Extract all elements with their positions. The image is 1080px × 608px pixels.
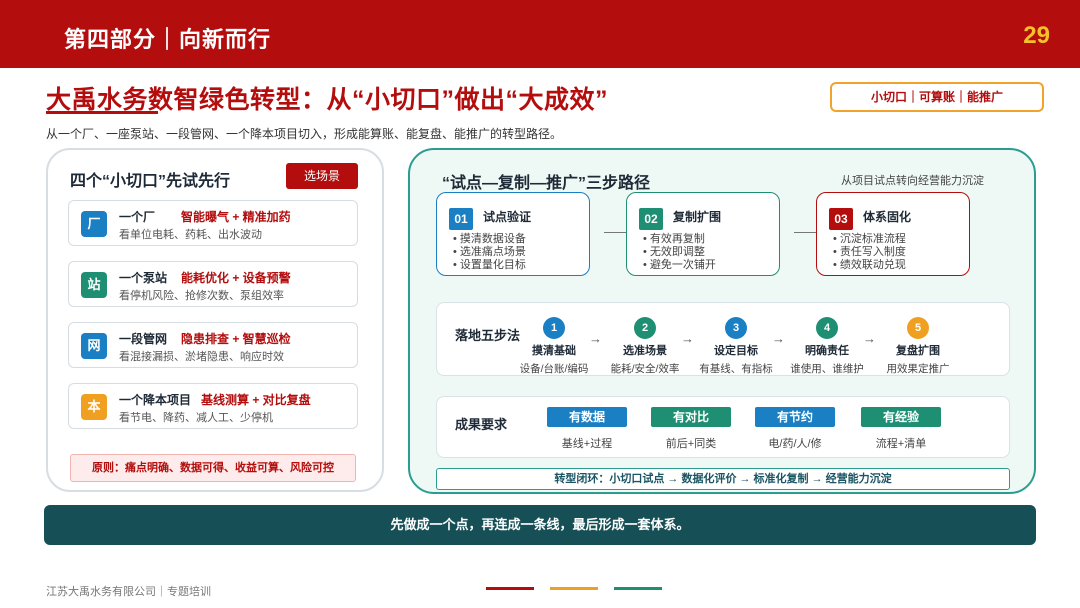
step-item: 有效再复制: [643, 233, 716, 246]
result-desc: 流程+清单: [875, 438, 927, 450]
keyword-tag: 小切口｜可算账｜能推广: [830, 82, 1044, 112]
step-circle: 5: [907, 317, 929, 339]
section-title: 第四部分｜向新而行: [64, 27, 272, 52]
footer-line-green: [614, 587, 662, 590]
step-number: 02: [639, 208, 663, 230]
step-circle: 4: [816, 317, 838, 339]
summary-banner: 先做成一个点，再连成一条线，最后形成一套体系。: [44, 505, 1036, 545]
step-item: 无效即调整: [643, 246, 716, 259]
five-step-5: 5 复盘扩围 用效果定推广: [873, 317, 963, 376]
footer-line-red: [486, 587, 534, 590]
result-item: 有经验 流程+清单: [861, 407, 941, 451]
network-badge: 网: [81, 333, 107, 359]
step-item: 避免一次铺开: [643, 259, 716, 272]
result-tag: 有对比: [651, 407, 731, 427]
result-tag: 有节约: [755, 407, 835, 427]
five-step-2: 2 选准场景 能耗/安全/效率: [600, 317, 690, 376]
scenario-card-plant: 厂 一个厂 智能曝气 + 精准加药 看单位电耗、药耗、出水波动: [68, 200, 358, 246]
result-item: 有对比 前后+同类: [651, 407, 731, 451]
step-number: 01: [449, 208, 473, 230]
result-desc: 前后+同类: [665, 438, 717, 450]
plant-badge: 厂: [81, 211, 107, 237]
page-subtitle: 从一个厂、一座泵站、一段管网、一个降本项目切入，形成能算账、能复盘、能推广的转型…: [46, 127, 563, 141]
step-pilot: 01 试点验证 摸清数据设备 选准痛点场景 设置量化目标: [436, 192, 590, 276]
step-circle: 2: [634, 317, 656, 339]
card-highlight: 基线测算 + 对比复盘: [201, 393, 311, 407]
five-step-3: 3 设定目标 有基线、有指标: [691, 317, 781, 376]
transformation-loop: 转型闭环：小切口试点 → 数据化评价 → 标准化复制 → 经营能力沉淀: [436, 468, 1010, 490]
step-item: 选准痛点场景: [453, 246, 526, 259]
path-panel-note: 从项目试点转向经营能力沉淀: [841, 175, 984, 187]
five-step-name: 设定目标: [714, 345, 758, 357]
step-items: 沉淀标准流程 责任写入制度 绩效联动兑现: [833, 233, 906, 272]
card-name: 一个降本项目: [119, 393, 192, 407]
step-item: 沉淀标准流程: [833, 233, 906, 246]
five-step-desc: 谁使用、谁维护: [790, 363, 864, 375]
card-name: 一段管网: [119, 332, 168, 346]
path-panel: “试点—复制—推广”三步路径 从项目试点转向经营能力沉淀 01 试点验证 摸清数…: [408, 148, 1036, 494]
scenario-card-pipe-network: 网 一段管网 隐患排查 + 智慧巡检 看混接漏损、淤堵隐患、响应时效: [68, 322, 358, 368]
five-step-desc: 用效果定推广: [886, 363, 950, 375]
step-items: 摸清数据设备 选准痛点场景 设置量化目标: [453, 233, 526, 272]
step-circle: 3: [725, 317, 747, 339]
station-badge: 站: [81, 272, 107, 298]
five-step-4: 4 明确责任 谁使用、谁维护: [782, 317, 872, 376]
card-name: 一个泵站: [119, 271, 168, 285]
result-item: 有数据 基线+过程: [547, 407, 627, 451]
step-item: 摸清数据设备: [453, 233, 526, 246]
path-panel-title: “试点—复制—推广”三步路径: [442, 175, 651, 192]
step-circle: 1: [543, 317, 565, 339]
header-bar: 第四部分｜向新而行 29: [0, 0, 1080, 68]
result-tag: 有经验: [861, 407, 941, 427]
results-label: 成果要求: [455, 417, 508, 432]
five-step-desc: 有基线、有指标: [699, 363, 773, 375]
five-step-name: 明确责任: [805, 345, 849, 357]
title-underline: [46, 111, 158, 114]
step-institutionalize: 03 体系固化 沉淀标准流程 责任写入制度 绩效联动兑现: [816, 192, 970, 276]
five-step-1: 1 摸清基础 设备/台账/编码: [509, 317, 599, 376]
step-connector: [604, 232, 628, 233]
step-number: 03: [829, 208, 853, 230]
card-desc: 看节电、降药、减人工、少停机: [119, 412, 273, 424]
scenario-panel: 四个“小切口”先试先行 选场景 厂 一个厂 智能曝气 + 精准加药 看单位电耗、…: [46, 148, 384, 492]
result-tag: 有数据: [547, 407, 627, 427]
card-highlight: 能耗优化 + 设备预警: [181, 271, 291, 285]
step-title: 体系固化: [863, 210, 912, 224]
result-item: 有节约 电/药/人/修: [755, 407, 835, 451]
five-step-method: 落地五步法 1 摸清基础 设备/台账/编码 → 2 选准场景 能耗/安全/效率 …: [436, 302, 1010, 376]
footer-text: 江苏大禹水务有限公司｜专题培训: [46, 586, 211, 598]
page-number: 29: [1023, 22, 1050, 49]
five-step-desc: 设备/台账/编码: [519, 363, 589, 375]
step-expand: 02 复制扩围 有效再复制 无效即调整 避免一次铺开: [626, 192, 780, 276]
five-step-desc: 能耗/安全/效率: [610, 363, 680, 375]
five-step-name: 摸清基础: [532, 345, 576, 357]
result-desc: 基线+过程: [561, 438, 613, 450]
card-desc: 看停机风险、抢修次数、泵组效率: [119, 290, 284, 302]
card-desc: 看单位电耗、药耗、出水波动: [119, 229, 262, 241]
step-connector: [794, 232, 818, 233]
step-item: 责任写入制度: [833, 246, 906, 259]
card-highlight: 智能曝气 + 精准加药: [181, 210, 291, 224]
card-desc: 看混接漏损、淤堵隐患、响应时效: [119, 351, 284, 363]
results-requirements: 成果要求 有数据 基线+过程 有对比 前后+同类 有节约 电/药/人/修 有经验…: [436, 396, 1010, 458]
cost-badge: 本: [81, 394, 107, 420]
scenario-card-cost-project: 本 一个降本项目 基线测算 + 对比复盘 看节电、降药、减人工、少停机: [68, 383, 358, 429]
select-scenario-button[interactable]: 选场景: [286, 163, 358, 189]
card-highlight: 隐患排查 + 智慧巡检: [181, 332, 291, 346]
result-desc: 电/药/人/修: [768, 438, 822, 450]
step-item: 设置量化目标: [453, 259, 526, 272]
scenario-card-pump-station: 站 一个泵站 能耗优化 + 设备预警 看停机风险、抢修次数、泵组效率: [68, 261, 358, 307]
footer-line-orange: [550, 587, 598, 590]
principle-note: 原则：痛点明确、数据可得、收益可算、风险可控: [70, 454, 356, 482]
five-step-name: 复盘扩围: [896, 345, 940, 357]
card-name: 一个厂: [119, 210, 156, 224]
step-title: 试点验证: [483, 210, 532, 224]
five-step-name: 选准场景: [623, 345, 667, 357]
step-item: 绩效联动兑现: [833, 259, 906, 272]
step-items: 有效再复制 无效即调整 避免一次铺开: [643, 233, 716, 272]
scenario-panel-title: 四个“小切口”先试先行: [70, 173, 231, 190]
step-title: 复制扩围: [673, 210, 722, 224]
